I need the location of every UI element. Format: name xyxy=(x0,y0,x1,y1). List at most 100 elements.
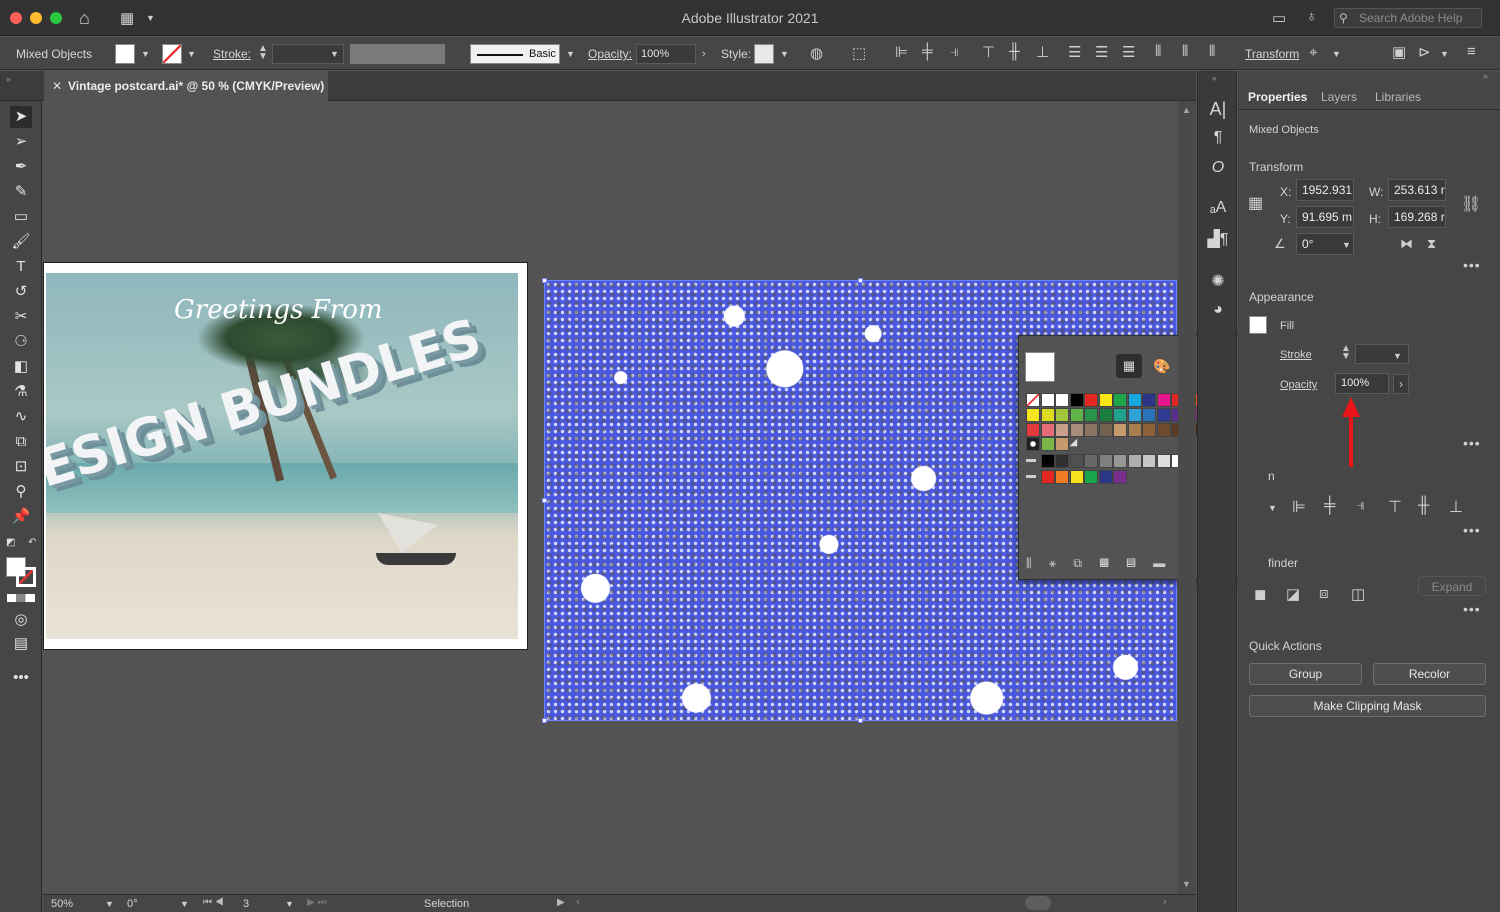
selection-tool-icon[interactable]: ➤ xyxy=(10,106,32,128)
canvas[interactable]: Greetings From ESIGN BUNDLES xyxy=(43,101,1178,894)
paintbrush-tool-icon[interactable]: 🖌 xyxy=(10,231,32,253)
horizontal-scroll-thumb[interactable] xyxy=(1025,896,1051,910)
color-swatch[interactable] xyxy=(1156,393,1171,407)
intersect-icon[interactable]: ⧈ xyxy=(1319,585,1329,602)
appearance-stroke-stepper[interactable]: ▲ ▼ xyxy=(1341,344,1351,362)
puppet-warp-tool-icon[interactable]: 📌 xyxy=(10,506,32,528)
color-swatch[interactable] xyxy=(1055,423,1069,437)
rotation-value[interactable]: 0° xyxy=(127,898,138,910)
align-center-icon[interactable]: ╪ xyxy=(922,43,933,60)
selection-handle[interactable] xyxy=(858,718,863,723)
color-swatch[interactable] xyxy=(1040,454,1055,468)
swatch-options-icon[interactable]: ⧉ xyxy=(1073,556,1082,570)
stroke-swatch[interactable] xyxy=(162,44,182,64)
appearance-opacity-chevron-icon[interactable]: › xyxy=(1393,374,1409,394)
color-swatch[interactable]: ◢ xyxy=(1070,437,1084,451)
color-swatch[interactable] xyxy=(1069,470,1084,484)
exclude-icon[interactable]: ◫ xyxy=(1351,585,1365,603)
swatch-libraries-icon[interactable]: ⫼ xyxy=(1026,556,1032,570)
opacity-label[interactable]: Opacity: xyxy=(588,47,632,61)
color-swatch[interactable] xyxy=(1098,423,1113,437)
panel-align-left-icon[interactable]: ⊫ xyxy=(1292,497,1306,517)
color-swatch[interactable] xyxy=(1084,470,1098,484)
color-swatch[interactable] xyxy=(1026,423,1040,437)
more-transform-options-icon[interactable]: ••• xyxy=(1463,257,1481,273)
screen-mode-icon[interactable]: ▤ xyxy=(10,633,32,655)
brush-definition-field[interactable]: Basic xyxy=(470,44,560,64)
chevron-right-icon[interactable]: › xyxy=(702,48,706,60)
shape-builder-tool-icon[interactable]: ⧉ xyxy=(10,431,32,453)
graphic-style-swatch[interactable] xyxy=(754,44,774,64)
type-tool-icon[interactable]: T xyxy=(10,256,32,278)
scissors-tool-icon[interactable]: ✂ xyxy=(10,306,32,328)
rectangle-tool-icon[interactable]: ▭ xyxy=(10,206,32,228)
color-swatch[interactable] xyxy=(1084,393,1098,407)
swap-fill-stroke-icon[interactable]: ↶ xyxy=(28,537,36,548)
paragraph-styles-icon[interactable]: ▟¶ xyxy=(1206,229,1230,249)
color-swatch[interactable] xyxy=(1156,423,1171,437)
toolbar-stroke-swatch[interactable] xyxy=(16,567,36,587)
expand-button[interactable]: Expand xyxy=(1418,576,1486,596)
edit-group-icon[interactable]: ▤ xyxy=(1126,556,1136,570)
style-chevron-icon[interactable]: ▼ xyxy=(780,49,789,59)
unite-icon[interactable]: ◼ xyxy=(1254,585,1266,603)
color-swatch[interactable] xyxy=(1098,393,1113,407)
default-fill-stroke-icon[interactable]: ◩ xyxy=(6,537,15,548)
distribute-top-icon[interactable]: ☰ xyxy=(1068,43,1081,61)
scroll-up-icon[interactable]: ▲ xyxy=(1182,105,1191,115)
stroke-weight-stepper[interactable]: ▲ ▼ xyxy=(258,44,268,62)
make-clipping-mask-button[interactable]: Make Clipping Mask xyxy=(1249,695,1486,717)
color-swatch[interactable] xyxy=(1069,393,1084,407)
artboard-chevron-icon[interactable]: ▼ xyxy=(285,899,294,909)
more-appearance-options-icon[interactable]: ••• xyxy=(1463,435,1481,451)
expand-dock-icon[interactable]: « xyxy=(1212,73,1217,83)
artboard-tool-icon[interactable]: ⊡ xyxy=(10,456,32,478)
scroll-down-icon[interactable]: ▼ xyxy=(1182,879,1191,889)
color-group-folder-icon[interactable]: ▬ xyxy=(1026,454,1040,468)
appearance-fill-swatch[interactable] xyxy=(1249,316,1267,334)
align-chevron-icon[interactable]: ▼ xyxy=(1268,503,1277,513)
height-field[interactable]: 169.268 r xyxy=(1388,206,1446,228)
more-pathfinder-options-icon[interactable]: ••• xyxy=(1463,601,1481,617)
color-swatch[interactable] xyxy=(1142,423,1156,437)
color-swatch[interactable] xyxy=(1055,437,1069,451)
color-swatch[interactable] xyxy=(1098,408,1113,422)
color-swatch[interactable] xyxy=(1113,423,1127,437)
appearance-stroke-chevron-icon[interactable]: ▼ xyxy=(1393,351,1402,361)
next-artboard-icon[interactable]: ▶ ⏭ xyxy=(307,897,326,908)
color-swatch[interactable] xyxy=(1142,408,1156,422)
align-left-icon[interactable]: ⊫ xyxy=(895,43,908,61)
color-swatch[interactable] xyxy=(1026,393,1040,407)
selection-handle[interactable] xyxy=(542,278,547,283)
brush-chevron-icon[interactable]: ▼ xyxy=(566,49,575,59)
color-swatch[interactable] xyxy=(1127,393,1142,407)
character-panel-icon[interactable]: A| xyxy=(1206,99,1230,120)
fill-swatch[interactable] xyxy=(115,44,135,64)
align-bottom-icon[interactable]: ⊥ xyxy=(1036,43,1049,61)
new-folder-icon[interactable]: ▬ xyxy=(1153,556,1165,570)
panel-align-right-icon[interactable]: ⫣ xyxy=(1356,497,1366,515)
artboard-number[interactable]: 3 xyxy=(243,898,249,910)
path-align-chevron-icon[interactable]: ▼ xyxy=(1440,49,1449,59)
color-swatch[interactable] xyxy=(1040,470,1055,484)
color-swatch[interactable] xyxy=(1098,454,1113,468)
close-tab-icon[interactable]: ✕ xyxy=(52,71,62,101)
group-button[interactable]: Group xyxy=(1249,663,1362,685)
rotate-tool-icon[interactable]: ↺ xyxy=(10,281,32,303)
symbols-panel-icon[interactable]: ✺ xyxy=(1206,271,1230,291)
panel-align-top-icon[interactable]: ⊤ xyxy=(1388,497,1402,517)
curvature-tool-icon[interactable]: ✎ xyxy=(10,181,32,203)
flip-vertical-icon[interactable]: ⧗ xyxy=(1427,236,1436,252)
transform-link[interactable]: Transform xyxy=(1245,47,1299,61)
zoom-level[interactable]: 50% xyxy=(51,898,73,910)
appearance-stroke-label[interactable]: Stroke xyxy=(1280,349,1312,361)
arrange-icon[interactable]: ▣ xyxy=(1392,43,1406,61)
recolor-button[interactable]: Recolor xyxy=(1373,663,1486,685)
reference-point-icon[interactable]: ▦ xyxy=(1248,193,1263,213)
arrange-documents-icon[interactable]: ▭ xyxy=(1272,9,1286,27)
panel-align-bottom-icon[interactable]: ⊥ xyxy=(1449,497,1463,517)
warp-tool-icon[interactable]: ⚆ xyxy=(10,331,32,353)
appearance-opacity-field[interactable]: 100% xyxy=(1335,373,1389,394)
distribute-bottom-icon[interactable]: ☰ xyxy=(1122,43,1135,61)
blend-tool-icon[interactable]: ∿ xyxy=(10,406,32,428)
